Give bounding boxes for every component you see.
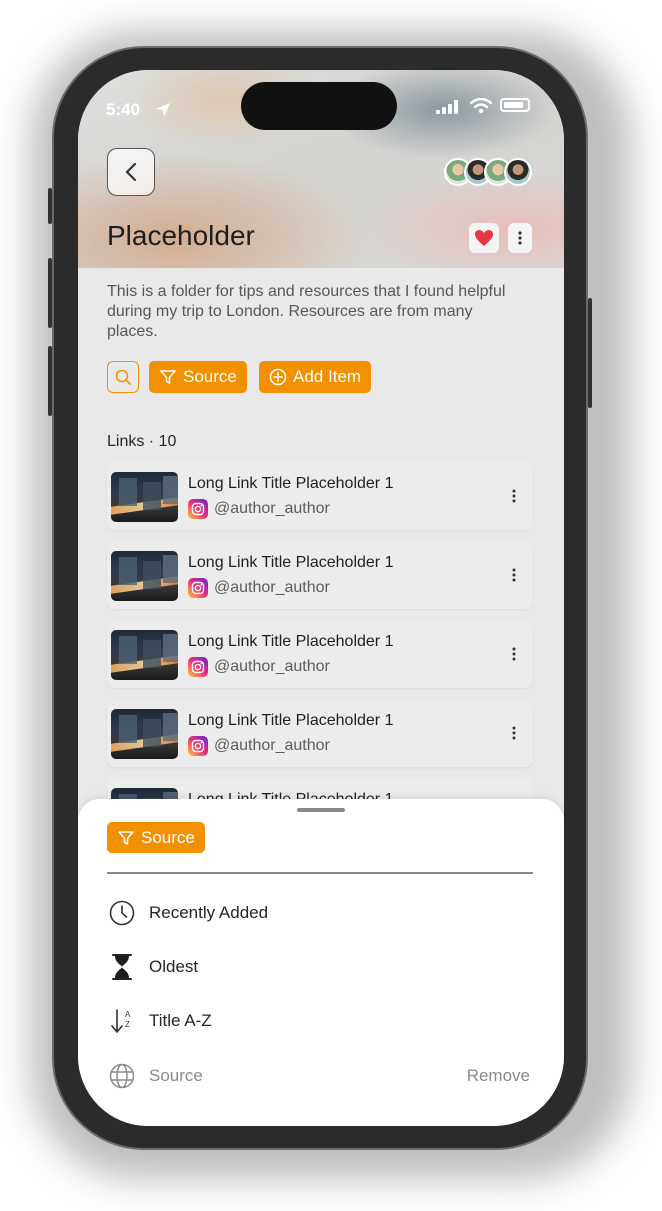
- link-card[interactable]: Long Link Title Placeholder 1 @author_aut…: [107, 462, 533, 530]
- sheet-source-chip[interactable]: Source: [107, 822, 205, 853]
- more-vertical-icon: [512, 726, 516, 740]
- link-more-button[interactable]: [507, 644, 521, 664]
- add-circle-icon: [269, 368, 287, 386]
- svg-text:Z: Z: [125, 1020, 130, 1029]
- favorite-button[interactable]: [469, 223, 499, 253]
- collaborator-avatars[interactable]: [444, 158, 534, 186]
- volume-down-button: [48, 346, 52, 416]
- avatar: [504, 158, 532, 186]
- instagram-icon: [188, 736, 208, 756]
- wifi-icon: [470, 98, 492, 114]
- source-filter-label: Source: [183, 367, 237, 386]
- status-time: 5:40: [106, 100, 141, 119]
- svg-text:A: A: [125, 1010, 131, 1019]
- source-row-label: Source: [149, 1066, 203, 1085]
- sheet-handle[interactable]: [297, 808, 345, 812]
- chevron-left-icon: [125, 162, 137, 182]
- instagram-icon: [188, 657, 208, 677]
- link-thumbnail: [111, 709, 178, 759]
- hourglass-icon: [112, 954, 132, 980]
- link-author: @author_author: [214, 658, 330, 675]
- link-more-button[interactable]: [507, 486, 521, 506]
- sort-option-title-az[interactable]: A Z Title A-Z: [107, 1006, 533, 1036]
- links-header: Links · 10: [107, 433, 177, 450]
- sort-option-label: Oldest: [149, 957, 199, 976]
- sort-option-oldest[interactable]: Oldest: [107, 952, 533, 982]
- sort-option-label: Recently Added: [149, 903, 269, 922]
- remove-source-button[interactable]: Remove: [467, 1066, 530, 1086]
- link-card[interactable]: Long Link Title Placeholder 1 @author_aut…: [107, 699, 533, 767]
- sort-az-icon: A Z: [111, 1009, 131, 1033]
- link-title: Long Link Title Placeholder 1: [188, 633, 394, 650]
- more-vertical-icon: [512, 489, 516, 503]
- instagram-icon: [188, 499, 208, 519]
- source-filter-button[interactable]: Source: [149, 361, 247, 393]
- link-more-button[interactable]: [507, 565, 521, 585]
- filter-icon: [160, 370, 176, 384]
- globe-icon: [109, 1063, 135, 1089]
- instagram-icon: [188, 578, 208, 598]
- link-thumbnail: [111, 551, 178, 601]
- back-button[interactable]: [107, 148, 155, 196]
- volume-up-button: [48, 258, 52, 328]
- silent-switch: [48, 188, 52, 224]
- link-title: Long Link Title Placeholder 1: [188, 475, 394, 492]
- power-button: [588, 298, 592, 408]
- sheet-divider: [107, 872, 533, 874]
- dynamic-island: [241, 82, 397, 130]
- link-thumbnail: [111, 630, 178, 680]
- page-title: Placeholder: [107, 220, 255, 251]
- link-thumbnail: [111, 472, 178, 522]
- more-vertical-icon: [512, 568, 516, 582]
- app-screen: 5:40 Placeholder This is a folder for ti…: [78, 70, 564, 1126]
- cellular-signal-icon: [436, 100, 458, 114]
- more-vertical-icon: [512, 647, 516, 661]
- search-button[interactable]: [107, 361, 139, 393]
- link-more-button[interactable]: [507, 723, 521, 743]
- sort-bottom-sheet: Source Recently Added Oldest A Z Title A…: [78, 799, 564, 1126]
- location-arrow-icon: [156, 103, 170, 117]
- link-title: Long Link Title Placeholder 1: [188, 712, 394, 729]
- link-title: Long Link Title Placeholder 1: [188, 554, 394, 571]
- folder-more-button[interactable]: [508, 223, 532, 253]
- link-card[interactable]: Long Link Title Placeholder 1 @author_aut…: [107, 541, 533, 609]
- add-item-button[interactable]: Add Item: [259, 361, 372, 393]
- filter-icon: [118, 830, 134, 845]
- add-item-label: Add Item: [293, 367, 362, 386]
- search-icon: [115, 369, 131, 385]
- battery-icon: [500, 98, 530, 112]
- link-author: @author_author: [214, 500, 330, 517]
- heart-icon: [475, 230, 493, 246]
- clock-icon: [109, 900, 135, 926]
- link-author: @author_author: [214, 737, 330, 754]
- sort-option-recently-added[interactable]: Recently Added: [107, 898, 533, 928]
- folder-description: This is a folder for tips and resources …: [107, 283, 506, 340]
- sheet-source-chip-label: Source: [141, 827, 195, 847]
- sort-option-label: Title A-Z: [149, 1011, 212, 1030]
- link-author: @author_author: [214, 579, 330, 596]
- more-vertical-icon: [518, 231, 522, 245]
- source-row: Source Remove: [107, 1061, 533, 1091]
- link-card[interactable]: Long Link Title Placeholder 1 @author_aut…: [107, 620, 533, 688]
